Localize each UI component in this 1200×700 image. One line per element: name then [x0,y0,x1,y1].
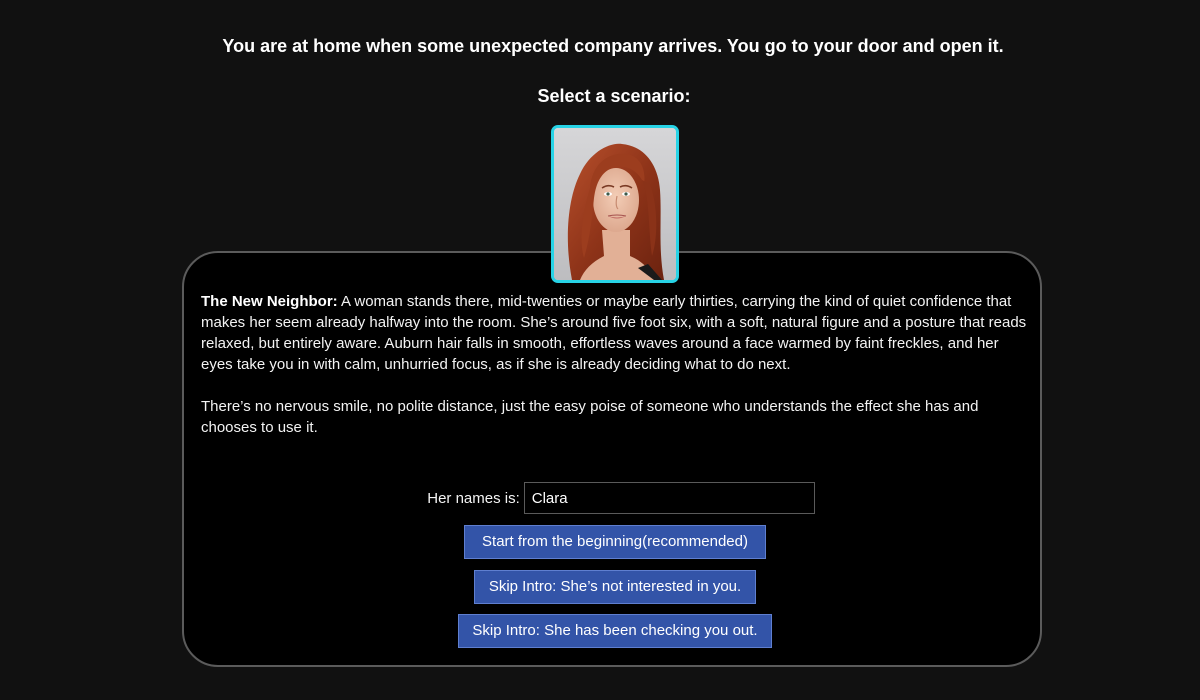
scenario-description: The New Neighbor: A woman stands there, … [201,291,1031,459]
name-form-row: Her names is: [184,482,1040,514]
portrait-image [554,128,676,280]
name-label: Her names is: [427,489,520,507]
scenario-card: The New Neighbor: A woman stands there, … [182,251,1042,667]
scenario-portrait[interactable] [551,125,679,283]
select-scenario-heading: Select a scenario: [537,86,691,106]
scenario-select-page: You are at home when some unexpected com… [0,0,1200,700]
intro-text: You are at home when some unexpected com… [222,36,1004,56]
name-input[interactable] [523,482,815,514]
skip-intro-checking-out-button[interactable]: Skip Intro: She has been checking you ou… [458,614,772,648]
scenario-title: The New Neighbor: [201,293,338,310]
scenario-paragraph-2: There’s no nervous smile, no polite dist… [201,398,979,436]
scenario-paragraph-1: The New Neighbor: A woman stands there, … [201,291,1031,375]
start-from-beginning-button[interactable]: Start from the beginning(recommended) [464,525,766,559]
skip-intro-not-interested-button[interactable]: Skip Intro: She’s not interested in you. [474,570,756,604]
